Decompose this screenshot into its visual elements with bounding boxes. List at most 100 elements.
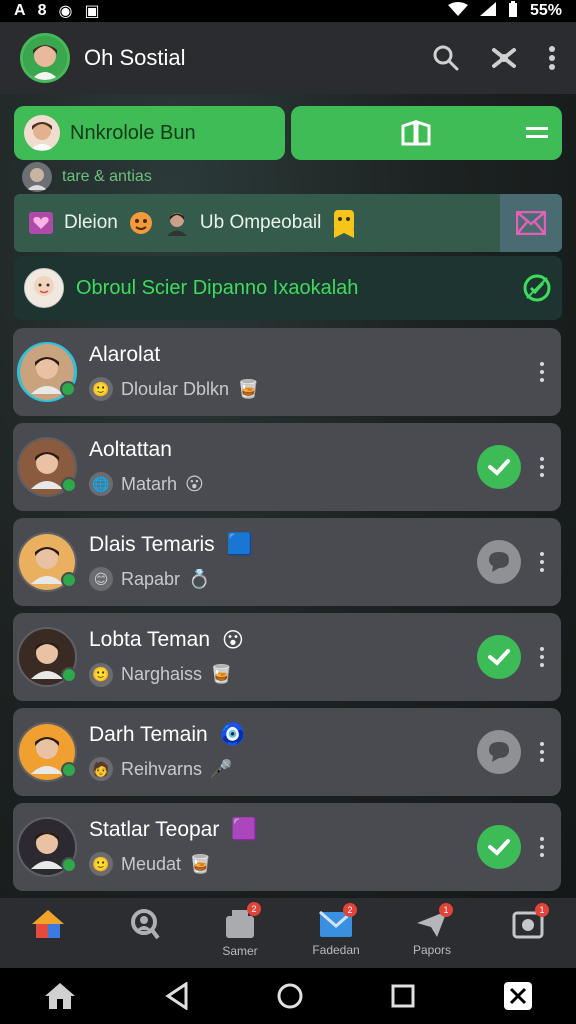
nav-papors[interactable]: 1 Papors bbox=[387, 903, 477, 957]
row-overflow-icon[interactable] bbox=[537, 742, 547, 762]
banner-text-a: Dleion bbox=[64, 212, 118, 233]
nav-home[interactable] bbox=[3, 908, 93, 958]
chat-name: Darh Temain bbox=[89, 723, 208, 746]
shuffle-icon[interactable] bbox=[490, 44, 518, 72]
notice-text: Obroul Scier Dipanno Ixaokalah bbox=[76, 276, 359, 299]
wifi-icon bbox=[447, 1, 468, 21]
message-sender-avatar: 🙂 bbox=[89, 377, 113, 401]
read-check-icon[interactable] bbox=[477, 825, 521, 869]
preview-emoji: 🥃 bbox=[237, 378, 260, 399]
chat-row[interactable]: Statlar Teopar 🟪 🙂 Meudat 🥃 bbox=[13, 803, 561, 891]
online-indicator bbox=[61, 857, 77, 873]
notification-icon-1: A bbox=[14, 2, 26, 19]
system-home-icon[interactable] bbox=[43, 981, 77, 1011]
message-sender-avatar: 🙂 bbox=[89, 852, 113, 876]
battery-icon bbox=[508, 0, 518, 22]
chat-row[interactable]: Darh Temain 🧿 🧑 Reihvarns 🎤 bbox=[13, 708, 561, 796]
preview-emoji: 🥃 bbox=[189, 853, 212, 874]
battery-percent: 55% bbox=[529, 2, 562, 19]
chat-preview: Rapabr bbox=[121, 568, 181, 589]
chat-bubble-icon[interactable] bbox=[477, 540, 521, 584]
name-emoji: 🧿 bbox=[219, 723, 246, 746]
row-overflow-icon[interactable] bbox=[537, 552, 547, 572]
back-icon[interactable] bbox=[164, 982, 190, 1010]
chat-avatar[interactable] bbox=[17, 342, 77, 402]
nav-samer[interactable]: 2 Samer bbox=[195, 902, 285, 958]
online-indicator bbox=[61, 572, 77, 588]
chat-bubble-icon[interactable] bbox=[477, 730, 521, 774]
notice-banner[interactable]: Obroul Scier Dipanno Ixaokalah bbox=[14, 256, 562, 320]
secondary-action-button[interactable] bbox=[291, 106, 562, 160]
chat-avatar[interactable] bbox=[17, 817, 77, 877]
chat-row[interactable]: Dlais Temaris 🟦 😊 Rapabr 💍 bbox=[13, 518, 561, 606]
system-navigation-bar bbox=[0, 968, 576, 1024]
chat-name: Statlar Teopar bbox=[89, 818, 220, 841]
chat-avatar[interactable] bbox=[17, 532, 77, 592]
sub-status-avatar bbox=[22, 162, 52, 192]
search-icon[interactable] bbox=[432, 44, 460, 72]
action-avatar bbox=[24, 115, 60, 151]
app-switch-icon[interactable] bbox=[503, 981, 533, 1011]
notice-avatar bbox=[24, 268, 64, 308]
app-title: Oh Sostial bbox=[84, 45, 186, 70]
chat-row[interactable]: Lobta Teman 😮 🙂 Narghaiss 🥃 bbox=[13, 613, 561, 701]
row-overflow-icon[interactable] bbox=[537, 457, 547, 477]
read-check-icon[interactable] bbox=[477, 635, 521, 679]
chat-name: Aoltattan bbox=[89, 438, 172, 461]
search-people-icon bbox=[127, 908, 161, 940]
person-avatar-icon bbox=[164, 210, 190, 236]
banner-mail-button[interactable] bbox=[500, 194, 562, 252]
chat-preview: Meudat bbox=[121, 853, 182, 874]
chat-avatar[interactable] bbox=[17, 627, 77, 687]
nav-fadedan-badge: 2 bbox=[343, 903, 357, 917]
primary-action-label: Nnkrolole Bun bbox=[70, 121, 196, 144]
book-icon bbox=[401, 120, 431, 146]
row-overflow-icon[interactable] bbox=[537, 837, 547, 857]
app-header: Oh Sostial bbox=[0, 22, 576, 94]
preview-emoji: 🎤 bbox=[210, 758, 233, 779]
chat-avatar[interactable] bbox=[17, 437, 77, 497]
signal-icon bbox=[479, 1, 496, 21]
read-check-icon[interactable] bbox=[477, 445, 521, 489]
online-indicator bbox=[61, 477, 77, 493]
notification-icon-3: ◉ bbox=[58, 3, 73, 20]
status-right: 55% bbox=[447, 0, 562, 22]
message-sender-avatar: 🙂 bbox=[89, 662, 113, 687]
chat-preview: Matarh bbox=[121, 473, 178, 494]
online-indicator bbox=[60, 381, 76, 397]
profile-avatar[interactable] bbox=[20, 33, 70, 83]
nav-papors-label: Papors bbox=[412, 943, 452, 957]
group-banner[interactable]: Dleion Ub Ompeobail bbox=[14, 194, 562, 252]
nav-search[interactable] bbox=[99, 908, 189, 958]
message-sender-avatar: 🧑 bbox=[89, 757, 113, 781]
nav-photos[interactable]: 1 bbox=[483, 903, 573, 957]
chat-preview: Reihvarns bbox=[121, 758, 203, 779]
heart-box-icon bbox=[28, 211, 54, 235]
nav-fadedan[interactable]: 2 Fadedan bbox=[291, 903, 381, 957]
nav-samer-label: Samer bbox=[222, 944, 258, 958]
row-overflow-icon[interactable] bbox=[537, 362, 547, 382]
message-sender-avatar: 😊 bbox=[89, 567, 113, 591]
recents-icon[interactable] bbox=[390, 983, 416, 1009]
home-circle-icon[interactable] bbox=[276, 982, 304, 1010]
action-row: Nnkrolole Bun bbox=[14, 106, 562, 160]
chat-row[interactable]: Aoltattan 🌐 Matarh 😮 bbox=[13, 423, 561, 511]
name-emoji: 🟦 bbox=[226, 533, 253, 556]
primary-action-button[interactable]: Nnkrolole Bun bbox=[14, 106, 285, 160]
preview-emoji: 💍 bbox=[188, 568, 211, 589]
row-overflow-icon[interactable] bbox=[537, 647, 547, 667]
status-bar: A 8 ◉ ▣ 55% bbox=[0, 0, 576, 22]
chat-name: Dlais Temaris bbox=[89, 533, 215, 556]
chat-avatar[interactable] bbox=[17, 722, 77, 782]
status-left-icons: A 8 ◉ ▣ bbox=[14, 1, 100, 21]
chat-list: Alarolat 🙂 Dloular Dblkn 🥃 Aoltattan 🌐 M… bbox=[13, 328, 561, 898]
overflow-menu-icon[interactable] bbox=[548, 45, 556, 71]
verified-check-icon bbox=[522, 273, 552, 303]
person-emoji-icon bbox=[128, 210, 154, 236]
chat-preview: Narghaiss bbox=[121, 664, 203, 684]
preview-emoji: 😮 bbox=[185, 473, 204, 494]
preview-emoji: 🥃 bbox=[210, 664, 233, 684]
chat-name: Alarolat bbox=[89, 343, 161, 366]
nav-papors-badge: 1 bbox=[439, 903, 453, 917]
chat-row[interactable]: Alarolat 🙂 Dloular Dblkn 🥃 bbox=[13, 328, 561, 416]
